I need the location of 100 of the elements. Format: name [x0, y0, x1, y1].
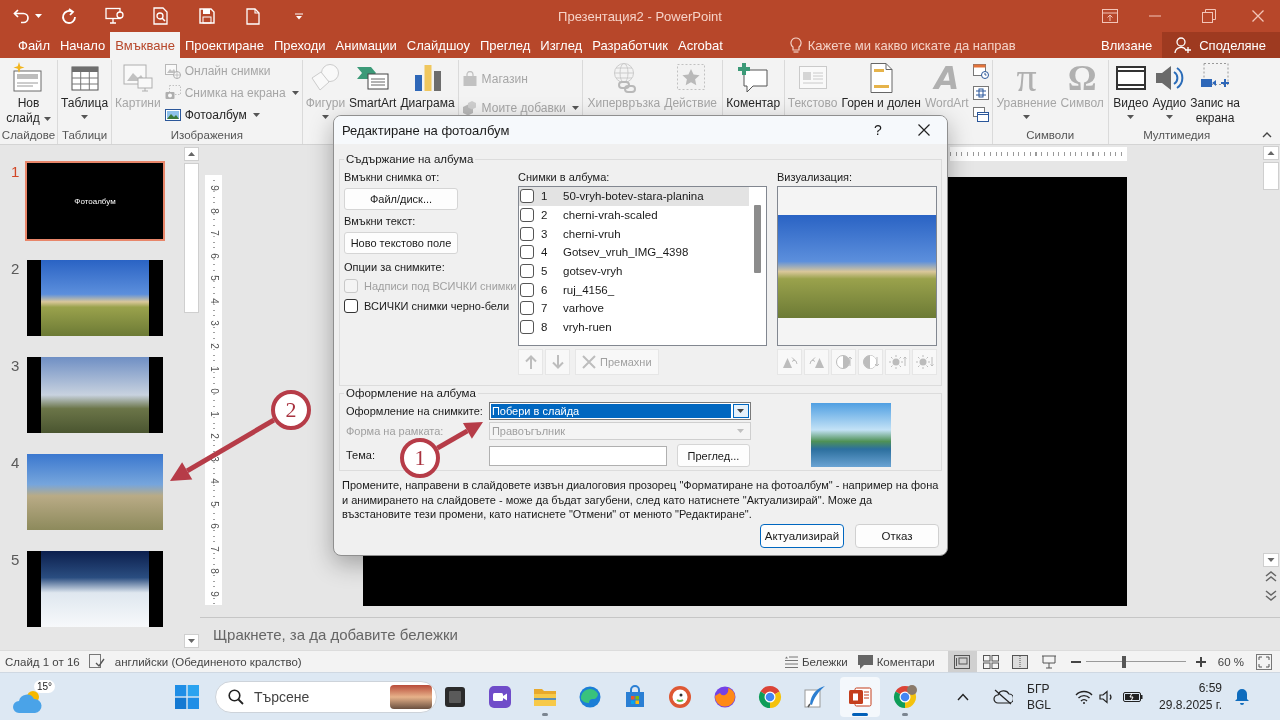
- scroll-thumb[interactable]: [1263, 162, 1279, 190]
- checkbox[interactable]: [520, 189, 534, 204]
- dropdown[interactable]: Побери в слайда: [488, 402, 751, 420]
- file-button[interactable]: Файл/диск...: [344, 188, 458, 210]
- ribbon-display-icon[interactable]: [1102, 9, 1118, 23]
- browse-button[interactable]: Преглед...: [676, 444, 750, 467]
- slide-thumbnail[interactable]: Фотоалбум: [25, 161, 165, 241]
- taskbar-button[interactable]: [840, 676, 880, 717]
- item-number: 1: [541, 190, 549, 203]
- cloud-off-icon[interactable]: [993, 688, 1013, 705]
- pi-icon: π: [1016, 60, 1037, 96]
- bell-icon[interactable]: [1234, 688, 1250, 705]
- ribbon-button[interactable]: Нов слайд: [4, 60, 53, 126]
- checkbox[interactable]: [520, 208, 534, 223]
- battery-icon[interactable]: [1123, 690, 1144, 703]
- ribbon-tab[interactable]: Проектиране: [179, 32, 269, 58]
- list-row[interactable]: 8 vryh-ruen: [519, 317, 749, 337]
- previous-slide-icon[interactable]: [1263, 569, 1279, 585]
- list-row[interactable]: 1 50-vryh-botev-stara-planina: [519, 187, 749, 206]
- ribbon-button[interactable]: Аудио: [1150, 60, 1189, 123]
- text-box-button[interactable]: Ново текстово поле: [344, 232, 458, 254]
- restore-icon[interactable]: [1202, 9, 1216, 23]
- ribbon-tab[interactable]: Вмъкване: [110, 32, 180, 58]
- spell-check-icon[interactable]: [88, 654, 105, 669]
- start-icon[interactable]: [175, 684, 199, 709]
- list-row[interactable]: 6 ruj_4156_: [519, 280, 749, 300]
- list-row[interactable]: 7 varhove: [519, 299, 749, 318]
- tell-me-field[interactable]: Кажете ми какво искате да направ: [807, 37, 1038, 53]
- ribbon-button[interactable]: SmartArt: [347, 60, 399, 111]
- checkbox[interactable]: [520, 264, 534, 279]
- undo-icon[interactable]: [13, 8, 30, 24]
- slide-number: 3: [10, 356, 21, 375]
- scroll-thumb[interactable]: [754, 205, 761, 273]
- scroll-down-icon[interactable]: [184, 634, 199, 648]
- slide-thumbnail[interactable]: [25, 549, 165, 629]
- theme-field[interactable]: [488, 445, 667, 466]
- checkbox[interactable]: [344, 299, 358, 313]
- ribbon-button[interactable]: Коментар: [724, 60, 783, 111]
- checkbox[interactable]: [520, 301, 534, 316]
- list-row[interactable]: 2 cherni-vrah-scaled: [519, 205, 749, 225]
- help-button[interactable]: ?: [863, 122, 893, 138]
- save-icon[interactable]: [199, 8, 215, 24]
- item-number: 5: [541, 265, 549, 278]
- language-indicator[interactable]: английски (Обединеното кралство): [114, 655, 302, 668]
- next-slide-icon[interactable]: [1263, 587, 1279, 603]
- fit-to-window-icon[interactable]: [1256, 653, 1272, 670]
- notes-button[interactable]: Бележки: [779, 651, 853, 672]
- notes-field[interactable]: Щракнете, за да добавите бележки: [213, 625, 633, 643]
- checkbox[interactable]: [520, 282, 534, 297]
- ribbon-button[interactable]: Запис на екрана: [1188, 60, 1242, 126]
- clock[interactable]: 6:59 29.8.2025 г.: [1159, 679, 1222, 714]
- view-button[interactable]: [947, 651, 977, 672]
- ribbon-tab[interactable]: Файл: [13, 32, 55, 58]
- caret-icon[interactable]: [35, 14, 42, 18]
- slide-thumbnail[interactable]: [25, 355, 165, 435]
- dialog-button[interactable]: Актуализирай: [760, 523, 844, 548]
- list-row[interactable]: 5 gotsev-vryh: [519, 261, 749, 281]
- page-icon[interactable]: [246, 7, 260, 25]
- ribbon-button[interactable]: Диаграма: [398, 60, 457, 111]
- ribbon-tab[interactable]: Изглед: [535, 32, 588, 58]
- repeat-icon[interactable]: [60, 7, 78, 25]
- ribbon-tab[interactable]: Преходи: [268, 32, 331, 58]
- ribbon-button[interactable]: Горен и долен: [839, 60, 923, 111]
- close-icon[interactable]: [1252, 10, 1264, 22]
- dialog-button[interactable]: Отказ: [855, 523, 939, 548]
- slide-thumbnail[interactable]: [25, 258, 165, 338]
- checkbox[interactable]: [520, 320, 534, 335]
- scroll-up-icon[interactable]: [184, 147, 199, 161]
- ribbon-tab[interactable]: Преглед: [474, 32, 536, 58]
- item-name: Gotsev_vruh_IMG_4398: [563, 246, 689, 259]
- ribbon-tab[interactable]: Слайдшоу: [401, 32, 475, 58]
- checkbox[interactable]: [520, 245, 534, 260]
- ribbon-button[interactable]: Видео: [1111, 60, 1151, 123]
- zoom-in-button[interactable]: [1193, 654, 1208, 669]
- chevron-up-icon[interactable]: [957, 692, 969, 701]
- comments-button[interactable]: Коментари: [852, 651, 940, 672]
- slider-thumb[interactable]: [1121, 655, 1126, 668]
- ribbon-tab[interactable]: Acrobat: [673, 32, 728, 58]
- ribbon-tab[interactable]: Разработчик: [587, 32, 673, 58]
- share-button[interactable]: Споделяне: [1162, 32, 1280, 58]
- scroll-up-icon[interactable]: [1263, 146, 1279, 160]
- list-row[interactable]: 4 Gotsev_vruh_IMG_4398: [519, 243, 749, 262]
- scroll-thumb[interactable]: [184, 163, 199, 313]
- scroll-down-icon[interactable]: [1263, 553, 1279, 567]
- ribbon-button[interactable]: Таблица: [59, 60, 111, 123]
- sign-in-link[interactable]: Влизане: [1091, 32, 1163, 58]
- customize-caret-icon[interactable]: [295, 12, 303, 20]
- input-language-indicator[interactable]: БГР BGL: [1027, 680, 1052, 713]
- item-number: 3: [541, 227, 549, 240]
- wifi-icon[interactable]: [1075, 689, 1094, 704]
- checkbox[interactable]: [520, 226, 534, 241]
- ribbon-tab[interactable]: Анимации: [330, 32, 402, 58]
- projector-screen-icon[interactable]: [105, 7, 125, 25]
- print-preview-icon[interactable]: [153, 7, 169, 25]
- collapse-ribbon-icon[interactable]: [1262, 132, 1272, 138]
- item-name: vryh-ruen: [563, 321, 612, 334]
- ribbon-button[interactable]: Фотоалбум: [163, 104, 300, 126]
- ribbon-tab[interactable]: Начало: [54, 32, 111, 58]
- presentation-icon: [848, 684, 872, 709]
- list-row[interactable]: 3 cherni-vruh: [519, 224, 749, 244]
